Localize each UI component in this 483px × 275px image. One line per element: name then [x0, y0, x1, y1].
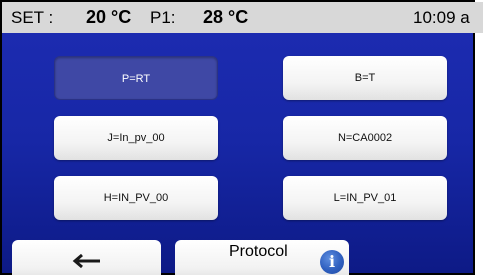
- status-bar: SET : 20 °C P1: 28 °C 10:09 a: [2, 2, 483, 33]
- key-n-ca0002[interactable]: N=CA0002: [283, 116, 447, 160]
- key-l-in-pv-01[interactable]: L=IN_PV_01: [283, 176, 447, 220]
- protocol-label: Protocol: [229, 243, 288, 260]
- key-j-in-pv-00[interactable]: J=In_pv_00: [54, 116, 218, 160]
- main-content: P=RT B=T J=In_pv_00 N=CA0002 H=IN_PV_00 …: [2, 33, 473, 273]
- info-icon[interactable]: i: [320, 250, 344, 274]
- set-label: SET :: [11, 8, 54, 27]
- key-label: P=RT: [121, 73, 151, 85]
- key-label: L=IN_PV_01: [333, 192, 397, 204]
- p1-label: P1:: [150, 8, 176, 27]
- key-label: H=IN_PV_00: [103, 192, 169, 204]
- p1-temperature: 28 °C: [203, 7, 249, 27]
- key-p-rt[interactable]: P=RT: [54, 56, 218, 100]
- clock: 10:09 a: [413, 8, 470, 27]
- key-label: J=In_pv_00: [107, 132, 165, 144]
- key-label: N=CA0002: [337, 132, 393, 144]
- hmi-screen: SET : 20 °C P1: 28 °C 10:09 a P=RT B=T J…: [0, 0, 483, 275]
- back-button[interactable]: [12, 240, 161, 275]
- key-label: B=T: [354, 72, 376, 84]
- arrow-left-icon: [72, 253, 100, 269]
- key-b-t[interactable]: B=T: [283, 56, 447, 100]
- key-h-in-pv-00[interactable]: H=IN_PV_00: [54, 176, 218, 220]
- set-temperature: 20 °C: [86, 7, 132, 27]
- protocol-button[interactable]: Protocol i: [175, 240, 349, 275]
